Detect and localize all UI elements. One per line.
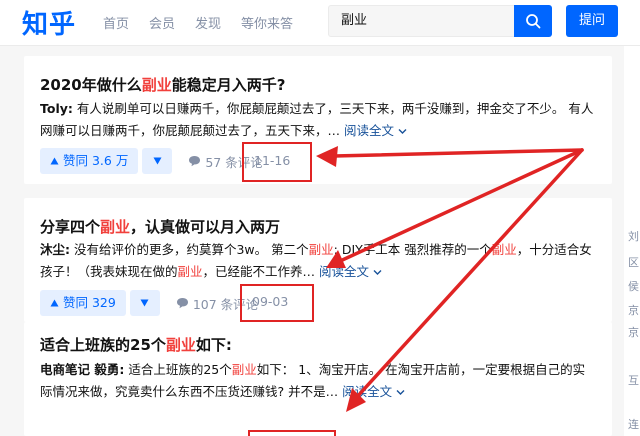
comment-bubble-icon xyxy=(176,298,188,309)
downvote-button[interactable] xyxy=(142,148,173,174)
result-title[interactable]: 分享四个副业，认真做可以月入两万 xyxy=(40,216,280,237)
action-bar: 赞同 329 107 条评论 xyxy=(40,290,258,316)
result-title[interactable]: 2020年做什么副业能稳定月入两千? xyxy=(40,74,285,95)
sidebar-fragment: 京 xyxy=(628,304,639,317)
triangle-up-icon xyxy=(50,299,59,307)
search-input[interactable]: 副业 xyxy=(328,5,518,37)
sidebar-fragment: 区 xyxy=(628,256,639,269)
read-more-link[interactable]: 阅读全文 xyxy=(319,264,382,279)
upvote-button[interactable]: 赞同 329 xyxy=(40,290,126,316)
read-more-link[interactable]: 阅读全文 xyxy=(342,384,405,399)
upvote-button[interactable]: 赞同 3.6 万 xyxy=(40,148,139,174)
result-title[interactable]: 适合上班族的25个副业如下: xyxy=(40,334,232,355)
main-nav: 首页 会员 发现 等你来答 xyxy=(103,13,313,32)
top-header: 知乎 首页 会员 发现 等你来答 副业 提问 xyxy=(0,0,640,46)
search-icon xyxy=(526,14,541,29)
zhihu-logo[interactable]: 知乎 xyxy=(22,4,76,41)
chevron-down-icon xyxy=(398,129,407,134)
sidebar-fragment: 京 xyxy=(628,326,639,339)
chevron-down-icon xyxy=(373,270,382,275)
action-bar: 赞同 3.6 万 57 条评论 xyxy=(40,148,263,174)
sidebar-fragment: 连 xyxy=(628,418,639,431)
result-excerpt[interactable]: 电商笔记 毅勇: 适合上班族的25个副业如下： 1、淘宝开店。 在淘宝开店前，一… xyxy=(40,359,596,403)
triangle-up-icon xyxy=(50,157,59,165)
publish-date-highlight: 09-03 xyxy=(240,284,314,322)
answer-author: Toly: xyxy=(40,101,73,116)
search-button[interactable] xyxy=(514,5,552,37)
search-result-card: 适合上班族的25个副业如下: 电商笔记 毅勇: 适合上班族的25个副业如下： 1… xyxy=(24,322,612,436)
triangle-down-icon xyxy=(140,299,149,307)
result-excerpt[interactable]: 沐尘: 没有给评价的更多，约莫算个3w。 第二个副业: DIY手工本 强烈推荐的… xyxy=(40,239,596,283)
ask-question-button[interactable]: 提问 xyxy=(566,5,618,37)
publish-date-highlight xyxy=(248,430,336,436)
triangle-down-icon xyxy=(153,157,162,165)
downvote-button[interactable] xyxy=(129,290,160,316)
search-result-card: 2020年做什么副业能稳定月入两千? Toly: 有人说刷单可以日赚两千，你屁颠… xyxy=(24,56,612,184)
sidebar-fragment: 侯 xyxy=(628,280,639,293)
sidebar-fragment: 互 xyxy=(628,374,639,387)
search-result-card: 分享四个副业，认真做可以月入两万 沐尘: 没有给评价的更多，约莫算个3w。 第二… xyxy=(24,198,612,322)
nav-waiting-answers[interactable]: 等你来答 xyxy=(241,13,293,32)
read-more-link[interactable]: 阅读全文 xyxy=(344,123,407,138)
answer-author: 电商笔记 毅勇: xyxy=(40,362,125,377)
nav-discover[interactable]: 发现 xyxy=(195,13,221,32)
publish-date-highlight: 11-16 xyxy=(242,142,312,182)
result-excerpt[interactable]: Toly: 有人说刷单可以日赚两千，你屁颠屁颠过去了，三天下来，两千没赚到，押金… xyxy=(40,98,596,142)
nav-home[interactable]: 首页 xyxy=(103,13,129,32)
answer-author: 沐尘: xyxy=(40,242,70,257)
sidebar-fragment: 刘 xyxy=(628,230,639,243)
nav-membership[interactable]: 会员 xyxy=(149,13,175,32)
comment-bubble-icon xyxy=(189,156,201,167)
chevron-down-icon xyxy=(396,390,405,395)
